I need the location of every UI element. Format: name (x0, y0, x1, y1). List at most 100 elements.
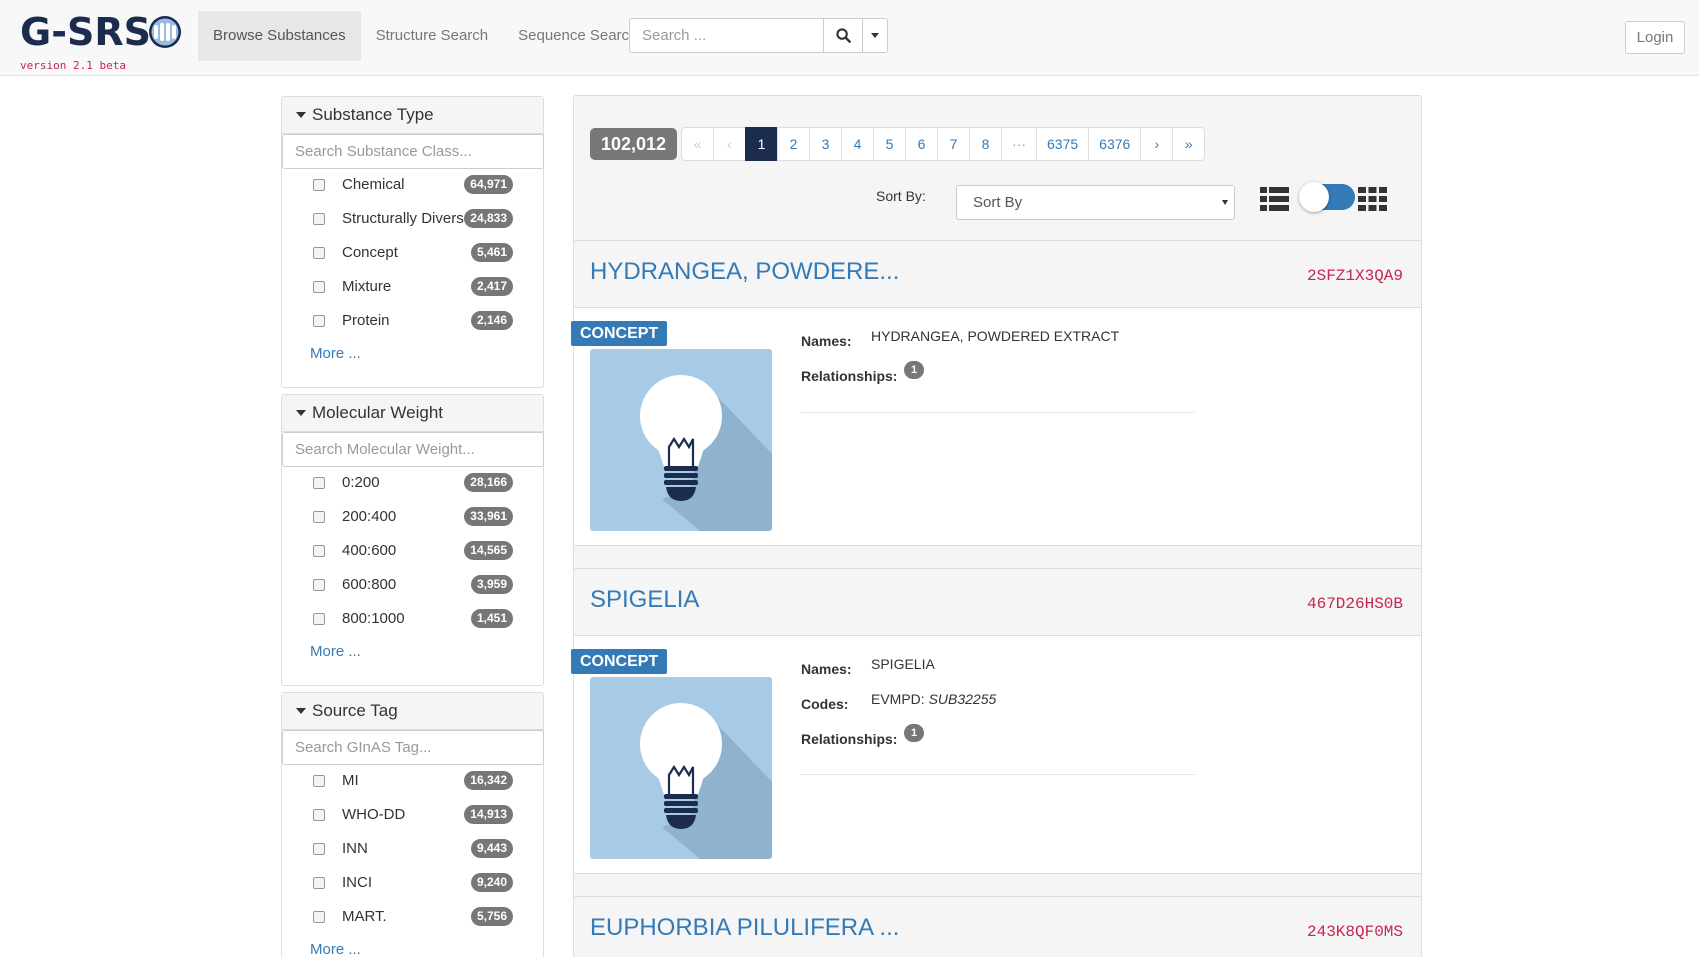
facet-checkbox[interactable] (313, 213, 325, 225)
brand[interactable]: G-SRS version 2.1 beta (20, 10, 185, 72)
count-badge: 3,959 (470, 575, 513, 594)
facet-checkbox[interactable] (313, 477, 325, 489)
page-link[interactable]: 8 (969, 127, 1002, 161)
brand-name: G-SRS (20, 10, 151, 54)
count-badge: 33,961 (464, 507, 513, 526)
page-link[interactable]: 1 (745, 127, 778, 161)
facet-item-label: Concept (342, 244, 398, 261)
facet-item[interactable]: Concept 5,461 (282, 237, 543, 271)
pagination: « ‹ 1 2 3 4 5 6 7 8 ··· 6375 6376 › » (681, 127, 1206, 161)
result-body: CONCEPT Names: SPIGELIA Codes: EVMPD: SU… (571, 636, 1421, 874)
facet-header[interactable]: Molecular Weight (282, 395, 543, 432)
nav-structure-search[interactable]: Structure Search (361, 11, 504, 61)
facet-item-label: WHO-DD (342, 806, 406, 823)
facet-item-label: MI (342, 772, 359, 789)
facet-more-link[interactable]: More ... (282, 643, 543, 660)
facet-item-label: 600:800 (342, 576, 397, 593)
page-first[interactable]: « (681, 127, 714, 161)
facet-title: Molecular Weight (312, 403, 444, 422)
facet-item[interactable]: 0:200 28,166 (282, 467, 543, 501)
facet-checkbox[interactable] (313, 179, 325, 191)
page-prev[interactable]: ‹ (713, 127, 746, 161)
page-link[interactable]: 6 (905, 127, 938, 161)
facet-item[interactable]: Protein 2,146 (282, 305, 543, 339)
facet-item-label: Protein (342, 312, 390, 329)
facet-checkbox[interactable] (313, 579, 325, 591)
facet-header[interactable]: Substance Type (282, 97, 543, 134)
facet-checkbox[interactable] (313, 843, 325, 855)
result-body: CONCEPT Names: HYDRANGEA, POWDERED EXTRA… (571, 308, 1421, 546)
page-link[interactable]: 3 (809, 127, 842, 161)
result-title-link[interactable]: EUPHORBIA PILULIFERA ... (590, 914, 899, 942)
facet-item[interactable]: Structurally Diverse 24,833 (282, 203, 543, 237)
count-badge: 5,756 (470, 907, 513, 926)
list-view-icon[interactable] (1260, 187, 1289, 211)
relationships-count-badge[interactable]: 1 (904, 361, 924, 379)
facet-checkbox[interactable] (313, 877, 325, 889)
view-toggle-switch[interactable] (1299, 182, 1355, 212)
facet-item[interactable]: 600:800 3,959 (282, 569, 543, 603)
grid-view-icon[interactable] (1358, 187, 1387, 211)
page-link[interactable]: 6376 (1088, 127, 1142, 161)
search-input[interactable] (629, 18, 824, 53)
facet-item-label: Chemical (342, 176, 405, 193)
code-system: EVMPD: (871, 691, 925, 707)
page-link[interactable]: 6375 (1036, 127, 1090, 161)
facet-item[interactable]: MART. 5,756 (282, 901, 543, 935)
facet-item-label: Mixture (342, 278, 392, 295)
count-badge: 14,565 (464, 541, 513, 560)
nav-browse-substances[interactable]: Browse Substances (198, 11, 361, 61)
facet-item[interactable]: INCI 9,240 (282, 867, 543, 901)
facet-search-input[interactable] (282, 730, 544, 765)
facet-more-link[interactable]: More ... (282, 941, 543, 957)
facet-item[interactable]: 800:1000 1,451 (282, 603, 543, 637)
result-title-link[interactable]: SPIGELIA (590, 586, 699, 614)
login-button[interactable]: Login (1625, 21, 1685, 54)
page-link[interactable]: 7 (937, 127, 970, 161)
facet-item[interactable]: WHO-DD 14,913 (282, 799, 543, 833)
facet-item[interactable]: 400:600 14,565 (282, 535, 543, 569)
facet-more-link[interactable]: More ... (282, 345, 543, 362)
facet-item[interactable]: INN 9,443 (282, 833, 543, 867)
unii-code: 243K8QF0MS (1306, 923, 1403, 941)
toggle-knob (1299, 182, 1329, 212)
facet-checkbox[interactable] (313, 911, 325, 923)
facet-checkbox[interactable] (313, 545, 325, 557)
facet-source-tag: Source Tag MI 16,342 WHO-DD 14,913 INN 9,44… (281, 692, 544, 957)
facet-search-input[interactable] (282, 432, 544, 467)
count-badge: 64,971 (464, 175, 513, 194)
page-last[interactable]: » (1172, 127, 1206, 161)
count-badge: 2,146 (470, 311, 513, 330)
global-search (629, 18, 888, 53)
facet-item[interactable]: Chemical 64,971 (282, 169, 543, 203)
search-button[interactable] (824, 18, 863, 53)
page-link[interactable]: 2 (777, 127, 810, 161)
sort-by-label: Sort By: (876, 188, 926, 204)
facet-checkbox[interactable] (313, 809, 325, 821)
facet-checkbox[interactable] (313, 315, 325, 327)
lightbulb-icon[interactable] (590, 677, 772, 859)
facet-item[interactable]: MI 16,342 (282, 765, 543, 799)
facet-checkbox[interactable] (313, 281, 325, 293)
page-link[interactable]: 5 (873, 127, 906, 161)
page-next[interactable]: › (1140, 127, 1174, 161)
facet-item[interactable]: 200:400 33,961 (282, 501, 543, 535)
sort-by-select[interactable]: Sort By (956, 185, 1235, 220)
facet-checkbox[interactable] (313, 613, 325, 625)
caret-down-icon (296, 410, 306, 416)
code-value[interactable]: SUB32255 (929, 691, 997, 707)
search-options-dropdown[interactable] (863, 18, 888, 53)
facet-molecular-weight: Molecular Weight 0:200 28,166 200:400 33,9… (281, 394, 544, 686)
relationships-count-badge[interactable]: 1 (904, 724, 924, 742)
result-title-link[interactable]: HYDRANGEA, POWDERE... (590, 258, 899, 286)
facet-checkbox[interactable] (313, 775, 325, 787)
codes-value: EVMPD: SUB32255 (871, 691, 996, 707)
facet-checkbox[interactable] (313, 511, 325, 523)
page-link[interactable]: 4 (841, 127, 874, 161)
lightbulb-icon[interactable] (590, 349, 772, 531)
facet-item[interactable]: Mixture 2,417 (282, 271, 543, 305)
facet-checkbox[interactable] (313, 247, 325, 259)
facet-search-input[interactable] (282, 134, 544, 169)
facet-substance-type: Substance Type Chemical 64,971 Structural… (281, 96, 544, 388)
facet-header[interactable]: Source Tag (282, 693, 543, 730)
